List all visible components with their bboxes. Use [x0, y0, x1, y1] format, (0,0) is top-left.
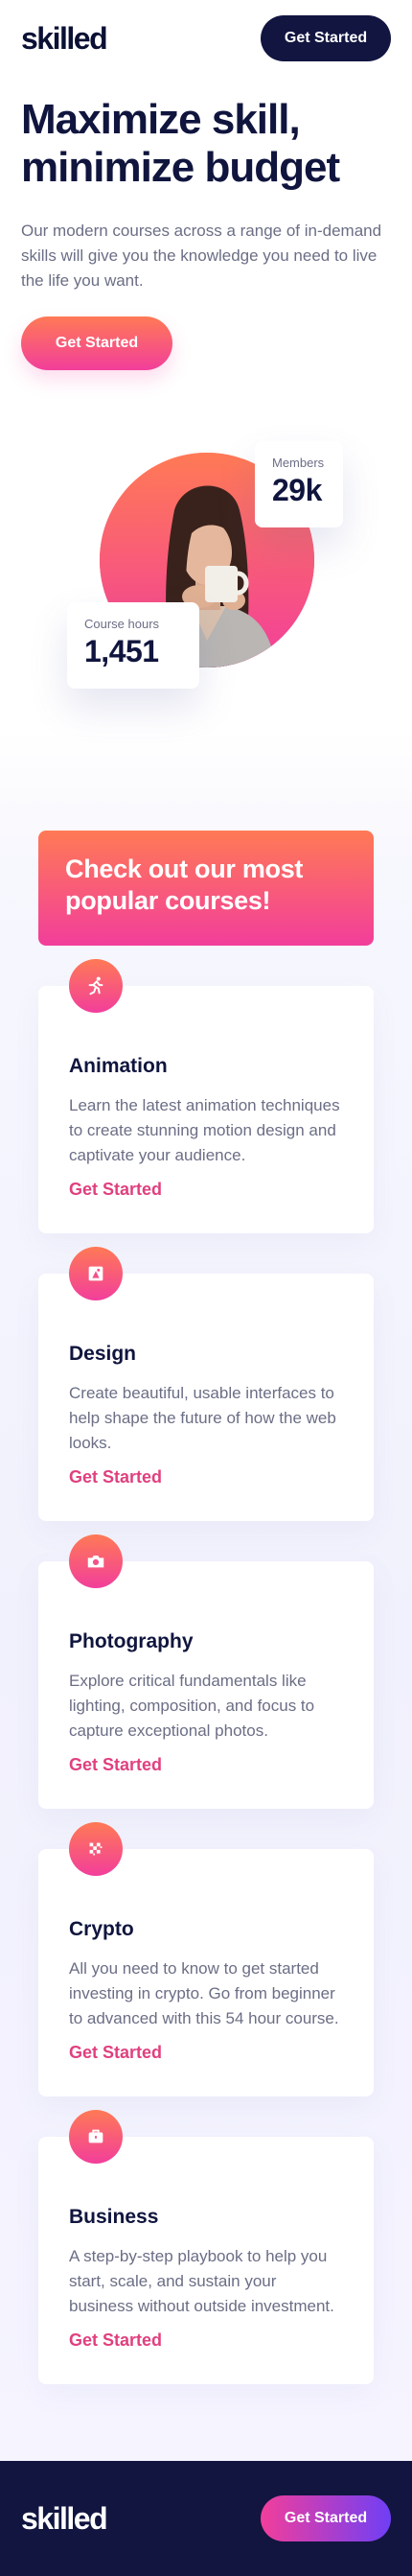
course-get-started-link[interactable]: Get Started	[69, 1755, 162, 1775]
members-stat-card: Members 29k	[255, 441, 343, 527]
course-title: Photography	[69, 1630, 194, 1652]
briefcase-icon	[69, 2110, 123, 2164]
members-label: Members	[272, 456, 325, 470]
header-get-started-button[interactable]: Get Started	[261, 15, 391, 61]
design-icon	[69, 1247, 123, 1300]
course-hours-stat-card: Course hours 1,451	[67, 602, 199, 689]
footer: skilled Get Started	[0, 2461, 412, 2576]
course-title: Animation	[69, 1055, 168, 1077]
course-card-animation: Animation Learn the latest animation tec…	[38, 959, 374, 1233]
footer-logo[interactable]: skilled	[21, 2501, 108, 2537]
hero-description: Our modern courses across a range of in-…	[21, 222, 382, 290]
course-description: Create beautiful, usable interfaces to h…	[69, 1384, 336, 1452]
course-get-started-link[interactable]: Get Started	[69, 1180, 162, 1200]
page: skilled Get Started Maximize skill, mini…	[0, 0, 412, 2576]
footer-get-started-button[interactable]: Get Started	[261, 2495, 391, 2541]
course-card-photography: Photography Explore critical fundamental…	[38, 1534, 374, 1809]
course-title: Design	[69, 1343, 137, 1365]
course-description: All you need to know to get started inve…	[69, 1959, 339, 2027]
course-card-business: Business A step-by-step playbook to help…	[38, 2110, 374, 2384]
courses-heading: Check out our most popular courses!	[65, 855, 304, 915]
course-title: Crypto	[69, 1918, 134, 1940]
course-card-crypto: Crypto All you need to know to get start…	[38, 1822, 374, 2096]
hero-get-started-button[interactable]: Get Started	[21, 316, 172, 370]
course-description: A step-by-step playbook to help you star…	[69, 2247, 334, 2315]
course-hours-label: Course hours	[84, 617, 160, 631]
hero-title: Maximize skill, minimize budget	[21, 96, 340, 191]
header: skilled Get Started	[21, 15, 391, 61]
course-get-started-link[interactable]: Get Started	[69, 1467, 162, 1487]
course-title: Business	[69, 2206, 159, 2228]
running-person-icon	[69, 959, 123, 1013]
logo[interactable]: skilled	[21, 21, 108, 57]
hero-visual: Members 29k Course hours 1,451	[0, 441, 412, 729]
crypto-icon	[69, 1822, 123, 1876]
course-hours-value: 1,451	[84, 634, 159, 668]
course-get-started-link[interactable]: Get Started	[69, 2330, 162, 2351]
course-get-started-link[interactable]: Get Started	[69, 2043, 162, 2063]
members-value: 29k	[272, 473, 322, 507]
course-card-design: Design Create beautiful, usable interfac…	[38, 1247, 374, 1521]
camera-icon	[69, 1534, 123, 1588]
course-description: Learn the latest animation techniques to…	[69, 1096, 340, 1164]
courses-heading-banner: Check out our most popular courses!	[38, 831, 374, 946]
course-description: Explore critical fundamentals like light…	[69, 1672, 315, 1740]
